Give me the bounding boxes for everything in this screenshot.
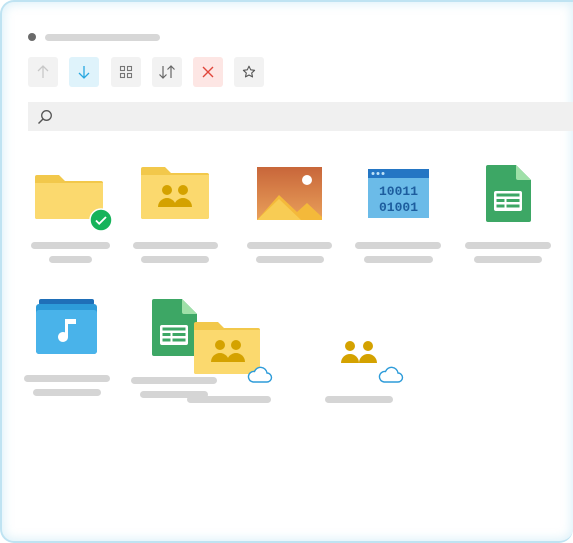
file-meta-placeholder [256,256,324,263]
people-icon[interactable] [339,340,381,364]
download-arrow-icon [78,66,90,79]
binary-text-line2: 01001 [379,200,418,215]
file-name-placeholder [325,396,393,403]
up-arrow-icon [37,65,49,78]
grid-view-button[interactable] [111,57,141,87]
grid-view-icon [119,65,133,79]
file-name-placeholder [131,377,217,384]
binary-text-line1: 10011 [379,184,418,199]
image-icon[interactable] [257,167,323,221]
cloud-icon [247,366,273,383]
file-name-placeholder [247,242,332,249]
favorite-button[interactable] [234,57,264,87]
search-input[interactable] [28,102,573,131]
file-meta-placeholder [141,256,209,263]
delete-button[interactable] [193,57,223,87]
spreadsheet-icon[interactable] [152,299,198,357]
cloud-icon [378,366,404,383]
file-name-placeholder [24,375,110,382]
file-meta-placeholder [49,256,92,263]
file-meta-placeholder [474,256,542,263]
search-icon [38,110,52,124]
file-name-placeholder [187,396,271,403]
music-folder-icon[interactable] [36,299,98,355]
file-meta-placeholder [33,389,101,396]
sort-button[interactable] [152,57,182,87]
shared-folder-icon[interactable] [141,165,211,223]
binary-file-icon[interactable]: 10011 01001 [368,169,430,219]
file-meta-placeholder [364,256,433,263]
download-button[interactable] [69,57,99,87]
file-name-placeholder [465,242,551,249]
file-name-placeholder [355,242,441,249]
window-title-placeholder [45,34,160,41]
checkmark-icon [89,208,113,232]
up-button[interactable] [28,57,58,87]
sort-icon [159,65,175,79]
spreadsheet-icon[interactable] [486,165,532,223]
window-dot-icon [28,33,36,41]
file-explorer-window: 10011 01001 [0,0,573,543]
star-icon [242,65,256,78]
file-name-placeholder [133,242,218,249]
file-name-placeholder [31,242,110,249]
close-icon [202,66,214,78]
